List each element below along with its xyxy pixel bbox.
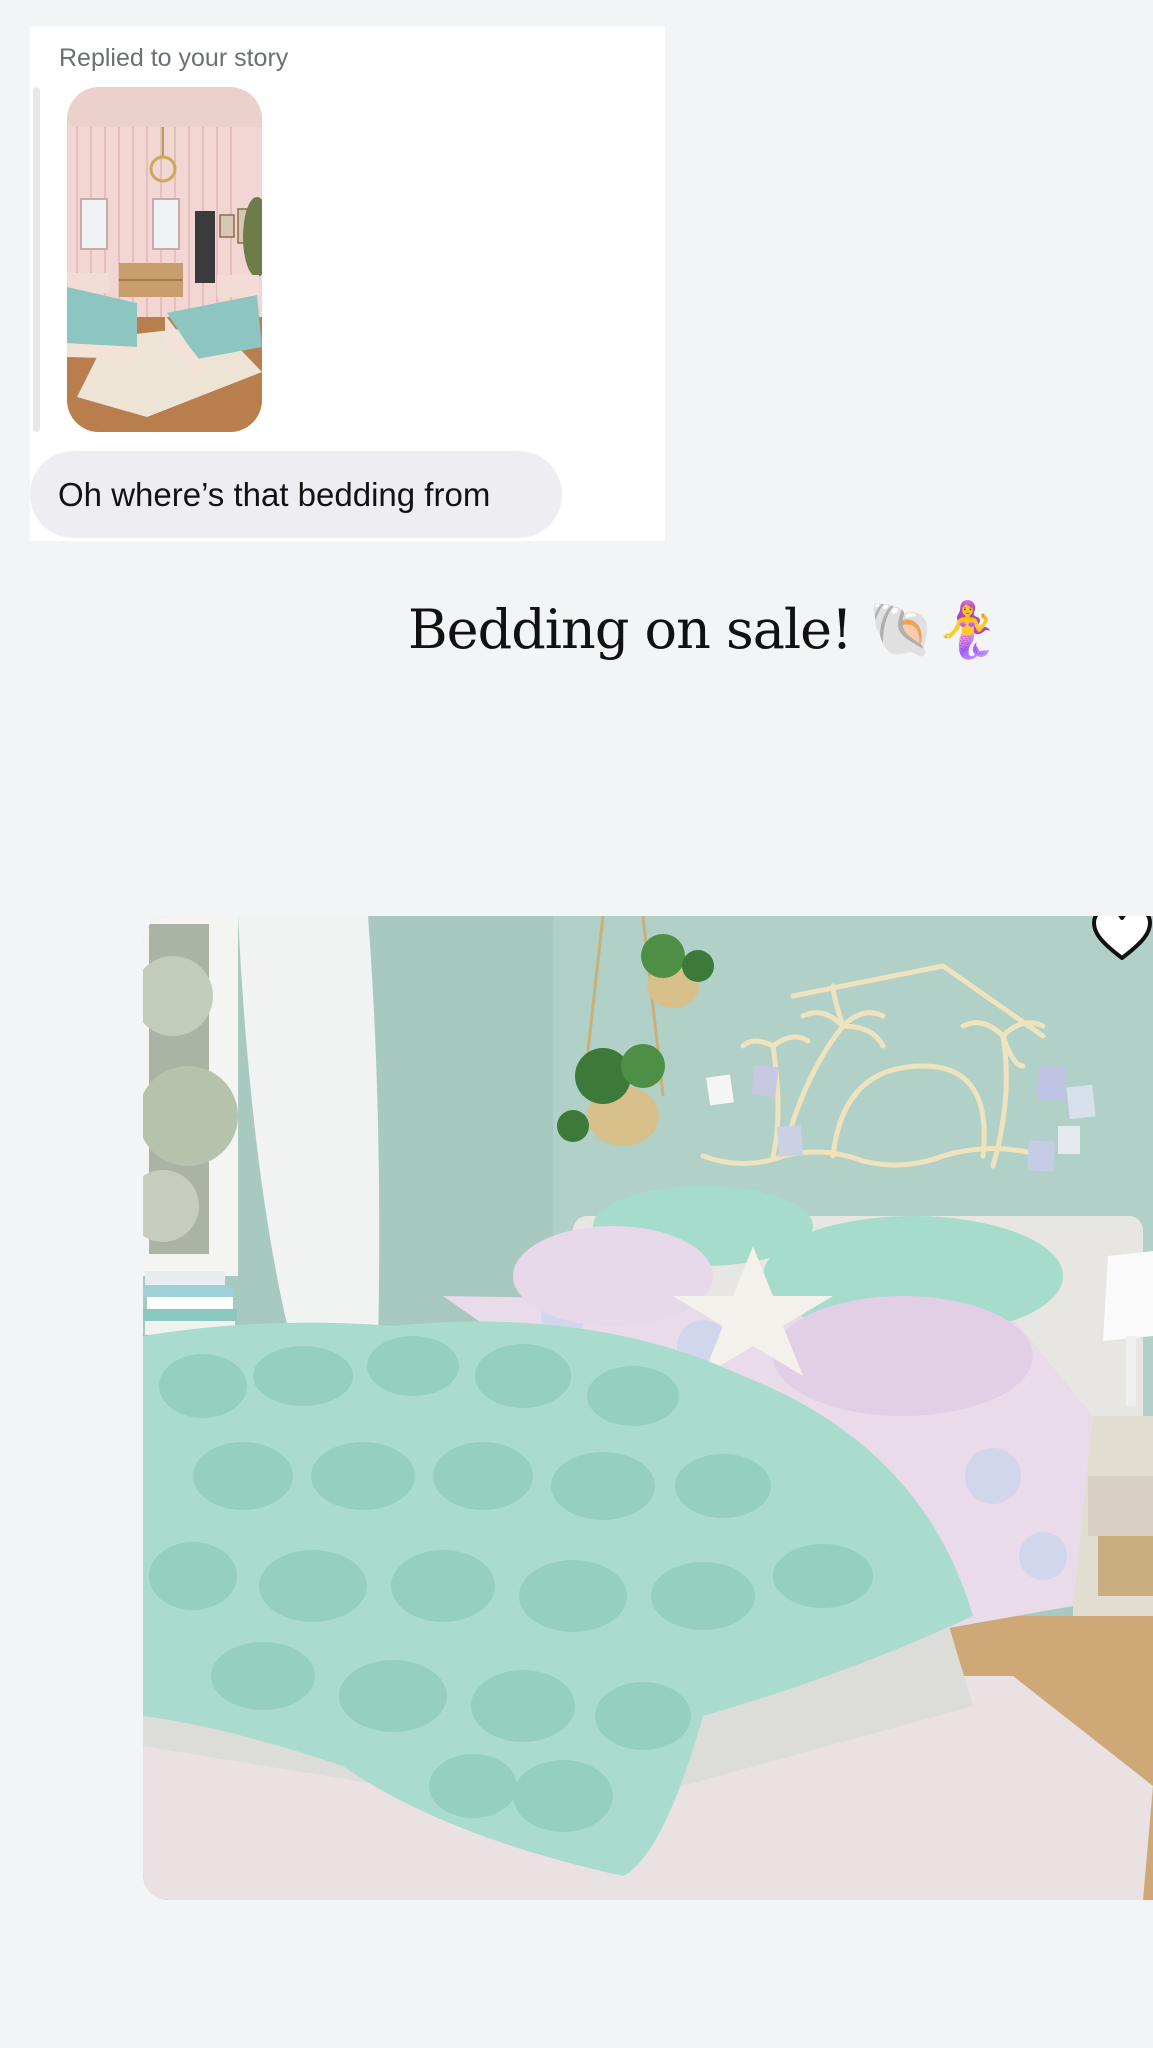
story-caption-emoji: 🐚🧜‍♀️ [868,598,1001,661]
story-caption: Bedding on sale! 🐚🧜‍♀️ [408,598,1002,662]
replied-to-story-label: Replied to your story [59,44,289,72]
dm-thread: Replied to your story Oh where’s that be… [0,0,1153,2048]
bedding-product-image[interactable] [143,916,1153,1900]
story-thumbnail[interactable] [67,87,262,432]
bedding-photo [143,916,1153,1900]
message-bubble[interactable]: Oh where’s that bedding from [30,451,562,538]
quote-bar [33,87,40,432]
story-reply-card: Replied to your story Oh where’s that be… [30,26,665,541]
heart-icon [1092,916,1152,960]
like-button[interactable] [1091,916,1153,962]
story-caption-text: Bedding on sale! [408,598,853,661]
story-thumbnail-image [67,87,262,432]
